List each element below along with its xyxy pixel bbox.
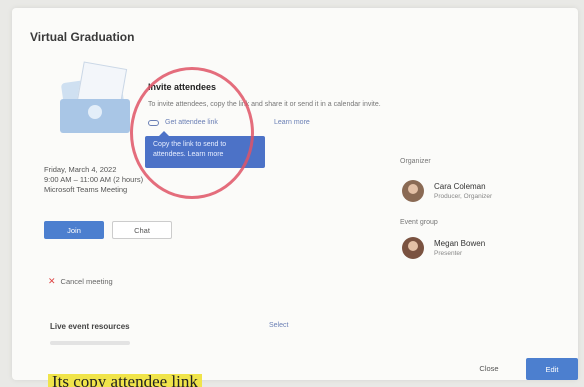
resources-select-link[interactable]: Select xyxy=(269,322,288,329)
caption-text: Its copy attendee link xyxy=(48,374,202,387)
cancel-meeting-label: Cancel meeting xyxy=(60,277,113,286)
learn-more-link[interactable]: Learn more xyxy=(274,119,310,126)
organizer-role: Producer, Organizer xyxy=(434,193,493,200)
close-button[interactable]: Close xyxy=(467,358,511,378)
edit-button[interactable]: Edit xyxy=(526,358,578,380)
event-date: Friday, March 4, 2022 xyxy=(44,165,117,174)
join-button[interactable]: Join xyxy=(44,221,104,239)
organizer-label: Organizer xyxy=(400,158,431,165)
event-dialog: Virtual Graduation Invite attendees To i… xyxy=(12,8,578,380)
invite-illustration xyxy=(50,61,136,135)
close-icon: ✕ xyxy=(48,276,56,286)
highlight-circle xyxy=(130,67,254,199)
event-location: Microsoft Teams Meeting xyxy=(44,185,128,194)
member-name: Megan Bowen xyxy=(434,239,486,248)
cancel-meeting[interactable]: ✕ Cancel meeting xyxy=(48,276,113,287)
organizer-person[interactable]: Cara Coleman Producer, Organizer xyxy=(402,180,492,202)
dialog-title: Virtual Graduation xyxy=(30,30,135,44)
event-details: Friday, March 4, 2022 9:00 AM – 11:00 AM… xyxy=(44,165,143,195)
chat-button[interactable]: Chat xyxy=(112,221,172,239)
event-time: 9:00 AM – 11:00 AM (2 hours) xyxy=(44,175,144,184)
avatar xyxy=(402,237,424,259)
illustration-seal xyxy=(88,105,102,119)
event-group-label: Event group xyxy=(400,219,438,226)
resources-heading: Live event resources xyxy=(50,322,130,331)
resources-placeholder xyxy=(50,341,130,345)
organizer-name: Cara Coleman xyxy=(434,182,486,191)
member-role: Presenter xyxy=(434,250,463,257)
event-group-person[interactable]: Megan Bowen Presenter xyxy=(402,237,485,259)
avatar xyxy=(402,180,424,202)
